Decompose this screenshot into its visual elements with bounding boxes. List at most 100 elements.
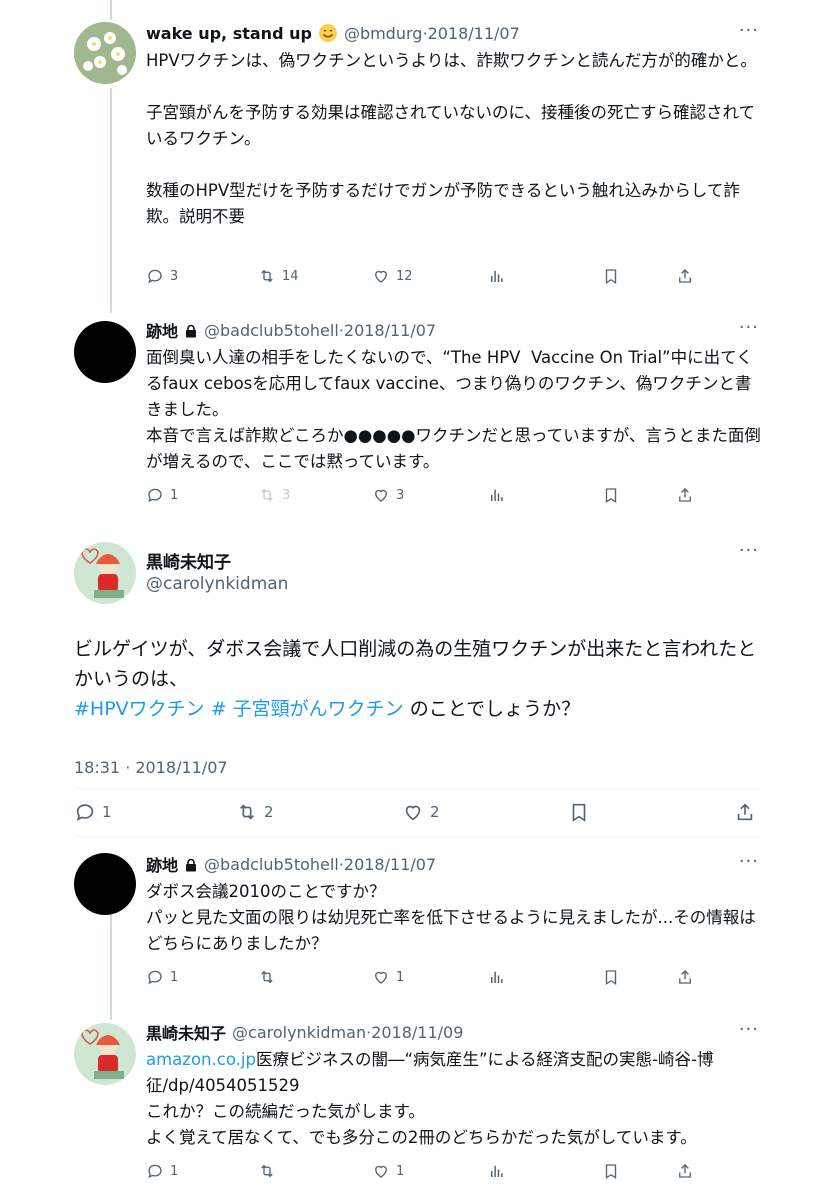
avatar[interactable] [74, 321, 136, 383]
display-name[interactable]: 黒崎未知子 [146, 1020, 226, 1044]
tweet-header: 跡地 @badclub5tohell · 2018/11/07 [146, 849, 436, 879]
retweet-icon [261, 970, 273, 984]
more-options-icon[interactable]: ··· [739, 540, 759, 561]
reply-count: 1 [170, 487, 179, 503]
tweet-header: wake up, stand up @bmdurg · 2018/11/07 [146, 18, 520, 48]
tweet-actions: 1 2 2 [74, 798, 764, 826]
hashtag-link[interactable]: #HPVワクチン [74, 698, 205, 720]
reply-icon [148, 269, 162, 284]
tweet-text: ダボス会議2010のことですか？ パッと見た文面の限りは幼児死亡率を低下させるよ… [146, 882, 756, 953]
tweet-header: 跡地 @badclub5tohell · 2018/11/07 [146, 315, 436, 345]
reply-button[interactable]: 1 [74, 798, 112, 826]
views-button[interactable] [488, 965, 506, 989]
like-count: 1 [396, 1163, 405, 1179]
tweet-date[interactable]: 2018/11/07 [344, 855, 436, 874]
bookmark-button[interactable] [602, 483, 620, 507]
bookmark-icon [605, 488, 617, 504]
tweet-text: 面倒臭い人達の相手をしたくないので、“The HPV Vaccine On Tr… [146, 348, 761, 471]
retweet-button[interactable] [258, 965, 276, 989]
share-button[interactable] [676, 965, 694, 989]
views-icon [491, 971, 503, 983]
like-icon [375, 270, 387, 283]
views-icon [491, 489, 503, 501]
like-icon [405, 805, 421, 821]
retweet-button[interactable] [258, 1159, 276, 1183]
more-options-icon[interactable]: ··· [739, 851, 759, 872]
tweet-text-tail: のことでしょうか？ [403, 698, 581, 720]
retweet-button: 3 [258, 483, 290, 507]
more-options-icon[interactable]: ··· [739, 20, 759, 41]
reply-count: 1 [102, 803, 112, 821]
like-count: 1 [396, 969, 405, 985]
user-handle[interactable]: @carolynkidman [232, 1023, 366, 1042]
bookmark-button[interactable] [602, 264, 620, 288]
retweet-count: 2 [264, 803, 274, 821]
reply-button[interactable]: 1 [146, 965, 178, 989]
retweet-icon [261, 488, 273, 502]
bookmark-icon [572, 803, 586, 822]
avatar[interactable] [74, 853, 136, 915]
like-count: 12 [396, 268, 413, 284]
share-button[interactable] [734, 798, 756, 826]
share-button[interactable] [676, 483, 694, 507]
tweet-text: ビルゲイツが、ダボス会議で人口削減の為の生殖ワクチンが出来たと言われたとかいうの… [74, 634, 774, 724]
user-handle[interactable]: @badclub5tohell [204, 321, 339, 340]
hashtag-link[interactable]: # 子宮頸がんワクチン [211, 698, 404, 720]
user-handle[interactable]: @carolynkidman [146, 574, 288, 594]
reply-button[interactable]: 1 [146, 1159, 178, 1183]
views-button[interactable] [488, 483, 506, 507]
like-icon [375, 1165, 387, 1178]
amazon-link[interactable]: amazon.co.jp [146, 1050, 256, 1069]
thread-line [110, 0, 112, 20]
tweet-header: 黒崎未知子 @carolynkidman · 2018/11/09 [146, 1017, 463, 1047]
display-name[interactable]: 跡地 [146, 318, 178, 342]
reply-count: 1 [170, 1163, 179, 1179]
tweet-actions: 3 14 12 [146, 264, 706, 288]
like-button[interactable]: 2 [402, 798, 440, 826]
more-options-icon[interactable]: ··· [739, 1019, 759, 1040]
like-icon [375, 971, 387, 984]
like-count: 2 [430, 803, 440, 821]
share-button[interactable] [676, 1159, 694, 1183]
smile-emoji-icon [318, 23, 338, 43]
share-icon [737, 803, 753, 821]
tweet-text: HPVワクチンは、偽ワクチンというよりは、詐欺ワクチンと読んだ方が的確かと。 子… [146, 51, 757, 226]
like-count: 3 [396, 487, 405, 503]
retweet-count: 14 [282, 268, 299, 284]
like-button[interactable]: 1 [372, 965, 404, 989]
like-button[interactable]: 1 [372, 1159, 404, 1183]
bookmark-button[interactable] [602, 1159, 620, 1183]
retweet-button[interactable]: 2 [236, 798, 274, 826]
share-button[interactable] [676, 264, 694, 288]
lock-icon [184, 857, 198, 872]
like-button[interactable]: 12 [372, 264, 413, 288]
reply-button[interactable]: 3 [146, 264, 178, 288]
tweet-date[interactable]: 2018/11/07 [428, 24, 520, 43]
tweet-date[interactable]: 2018/11/09 [371, 1023, 463, 1042]
bookmark-icon [605, 1164, 617, 1180]
views-button[interactable] [488, 1159, 506, 1183]
share-icon [679, 488, 691, 502]
display-name[interactable]: wake up, stand up [146, 24, 312, 43]
bookmark-button[interactable] [568, 798, 590, 826]
user-handle[interactable]: @badclub5tohell [204, 855, 339, 874]
tweet-actions: 1 1 [146, 1159, 706, 1183]
reply-button[interactable]: 1 [146, 483, 178, 507]
tweet-date[interactable]: 2018/11/07 [344, 321, 436, 340]
retweet-button[interactable]: 14 [258, 264, 299, 288]
bookmark-button[interactable] [602, 965, 620, 989]
share-icon [679, 269, 691, 283]
views-button[interactable] [488, 264, 506, 288]
reply-icon [148, 488, 162, 503]
avatar[interactable] [74, 542, 136, 604]
tweet-actions: 1 1 [146, 965, 706, 989]
like-button[interactable]: 3 [372, 483, 404, 507]
lock-icon [184, 323, 198, 338]
avatar[interactable] [74, 1023, 136, 1085]
more-options-icon[interactable]: ··· [739, 317, 759, 338]
display-name[interactable]: 黒崎未知子 [146, 548, 231, 573]
display-name[interactable]: 跡地 [146, 852, 178, 876]
avatar[interactable] [74, 22, 136, 84]
user-handle[interactable]: @bmdurg [344, 24, 423, 43]
tweet-timestamp[interactable]: 18:31 · 2018/11/07 [74, 758, 228, 777]
